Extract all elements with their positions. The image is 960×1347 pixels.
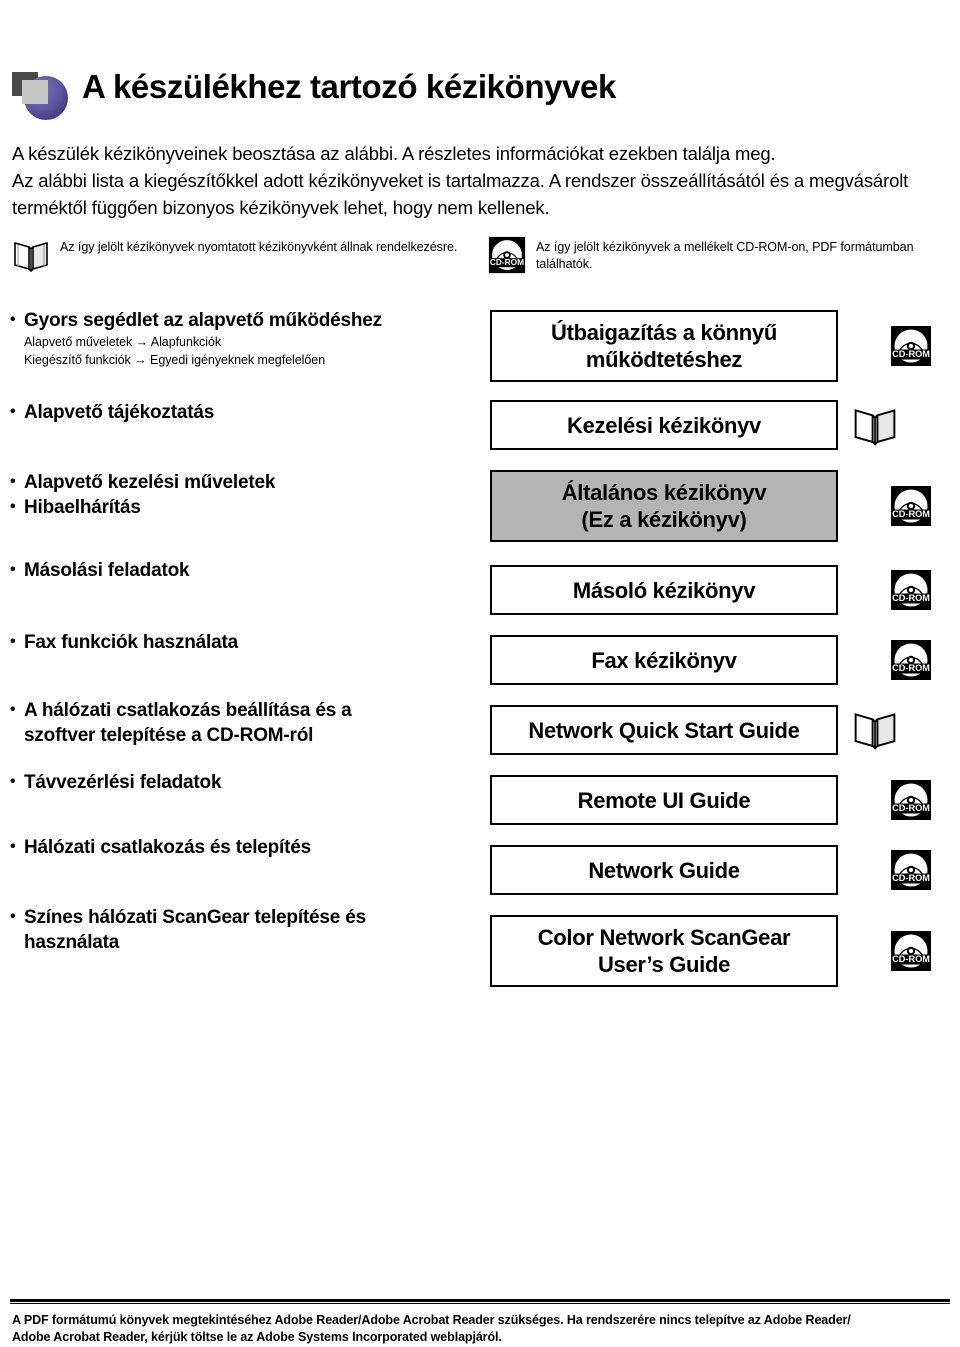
footer-line-1: A PDF formátumú könyvek megtekintéséhez … (12, 1313, 851, 1327)
topic-item-1: Gyors segédlet az alapvető működéshez Al… (10, 307, 460, 369)
manual-title: Network Guide (588, 857, 740, 883)
intro-paragraph-1: A készülék kézikönyveinek beosztása az a… (12, 143, 776, 164)
topic-heading: Fax funkciók használata (10, 629, 460, 655)
footer-divider (10, 1299, 950, 1304)
open-book-icon (852, 706, 898, 752)
manual-box-current[interactable]: Általános kézikönyv (Ez a kézikönyv) (490, 470, 838, 542)
svg-text:CD-ROM: CD-ROM (892, 593, 930, 603)
manual-title: Általános kézikönyv (561, 480, 767, 505)
topic-heading-secondary: Hibaelhárítás (10, 494, 460, 520)
svg-text:CD-ROM: CD-ROM (892, 663, 930, 673)
manual-title-secondary: (Ez a kézikönyv) (581, 507, 747, 532)
legend-printed: Az így jelölt kézikönyvek nyomtatott kéz… (12, 236, 462, 274)
page-header: A készülékhez tartozó kézikönyvek (0, 62, 960, 124)
intro-paragraph-2: Az alábbi lista a kiegészítőkkel adott k… (12, 170, 909, 218)
legend-printed-text: Az így jelölt kézikönyvek nyomtatott kéz… (60, 240, 458, 254)
cd-rom-icon: CD-ROM (890, 325, 932, 367)
manual-title: Másoló kézikönyv (572, 577, 756, 603)
topic-heading: A hálózati csatlakozás beállítása és a s… (10, 697, 410, 748)
purple-circle-squares-logo-icon (10, 70, 72, 122)
manual-box[interactable]: Fax kézikönyv (490, 635, 838, 685)
legend: Az így jelölt kézikönyvek nyomtatott kéz… (0, 236, 960, 282)
topic-heading: Hálózati csatlakozás és telepítés (10, 834, 460, 860)
cd-rom-icon: CD-ROM (890, 849, 932, 891)
svg-text:CD-ROM: CD-ROM (892, 803, 930, 813)
manual-box[interactable]: Color Network ScanGear User’s Guide (490, 915, 838, 987)
legend-cdrom: CD-ROM Az így jelölt kézikönyvek a mellé… (488, 236, 948, 274)
footer-note: A PDF formátumú könyvek megtekintéséhez … (12, 1312, 948, 1346)
topic-heading: Alapvető tájékoztatás (10, 399, 460, 425)
legend-cdrom-text: Az így jelölt kézikönyvek a mellékelt CD… (536, 240, 914, 271)
manual-box[interactable]: Másoló kézikönyv (490, 565, 838, 615)
cd-rom-icon: CD-ROM (890, 485, 932, 527)
svg-text:CD-ROM: CD-ROM (892, 954, 930, 964)
svg-text:CD-ROM: CD-ROM (892, 349, 930, 359)
manual-title: Útbaigazítás a könnyű működtetéshez (551, 320, 777, 372)
manuals-column: Útbaigazítás a könnyű működtetéshez CD-R… (470, 300, 960, 1000)
topic-item-3: Alapvető kezelési műveletek Hibaelhárítá… (10, 469, 460, 520)
open-book-icon (852, 402, 898, 448)
manual-title: Kezelési kézikönyv (567, 412, 761, 438)
topic-item-7: Távvezérlési feladatok (10, 769, 460, 795)
topic-heading: Távvezérlési feladatok (10, 769, 460, 795)
svg-text:CD-ROM: CD-ROM (892, 509, 930, 519)
topic-heading: Alapvető kezelési műveletek (10, 469, 460, 495)
topics-column: Gyors segédlet az alapvető működéshez Al… (0, 300, 470, 1000)
cd-rom-icon: CD-ROM (890, 569, 932, 611)
topic-heading: Gyors segédlet az alapvető működéshez (10, 307, 460, 333)
manual-box[interactable]: Útbaigazítás a könnyű működtetéshez (490, 310, 838, 382)
svg-text:CD-ROM: CD-ROM (892, 873, 930, 883)
manual-title: Network Quick Start Guide (528, 717, 800, 743)
topic-item-8: Hálózati csatlakozás és telepítés (10, 834, 460, 860)
manual-title: Color Network ScanGear (537, 925, 791, 950)
topic-heading: Színes hálózati ScanGear telepítése és h… (10, 904, 420, 955)
intro-paragraphs: A készülék kézikönyveinek beosztása az a… (12, 140, 948, 221)
topic-subline: Kiegészítő funkciók → Egyedi igényeknek … (24, 353, 326, 367)
manual-title: Fax kézikönyv (591, 647, 737, 673)
topic-item-9: Színes hálózati ScanGear telepítése és h… (10, 904, 420, 955)
manual-title: Remote UI Guide (577, 787, 751, 813)
manual-box[interactable]: Network Quick Start Guide (490, 705, 838, 755)
footer-rule-thick (10, 1299, 950, 1302)
topic-item-6: A hálózati csatlakozás beállítása és a s… (10, 697, 410, 748)
topic-item-4: Másolási feladatok (10, 557, 460, 583)
manual-box[interactable]: Network Guide (490, 845, 838, 895)
manual-box[interactable]: Kezelési kézikönyv (490, 400, 838, 450)
topic-item-2: Alapvető tájékoztatás (10, 399, 460, 425)
cd-rom-icon: CD-ROM (488, 236, 526, 274)
cd-rom-icon: CD-ROM (890, 639, 932, 681)
open-book-icon (12, 236, 50, 274)
footer-line-2: Adobe Acrobat Reader, kérjük töltse le a… (12, 1330, 502, 1344)
cd-rom-icon: CD-ROM (890, 930, 932, 972)
page-title: A készülékhez tartozó kézikönyvek (82, 68, 616, 105)
topic-heading: Másolási feladatok (10, 557, 460, 583)
svg-text:CD-ROM: CD-ROM (490, 257, 524, 267)
footer-rule-thin (10, 1303, 950, 1304)
cd-rom-icon: CD-ROM (890, 779, 932, 821)
topic-subline: Alapvető műveletek → Alapfunkciók (24, 335, 222, 349)
topic-item-5: Fax funkciók használata (10, 629, 460, 655)
manual-box[interactable]: Remote UI Guide (490, 775, 838, 825)
manual-title-secondary: User’s Guide (597, 952, 731, 977)
manual-map: Gyors segédlet az alapvető működéshez Al… (0, 300, 960, 1000)
